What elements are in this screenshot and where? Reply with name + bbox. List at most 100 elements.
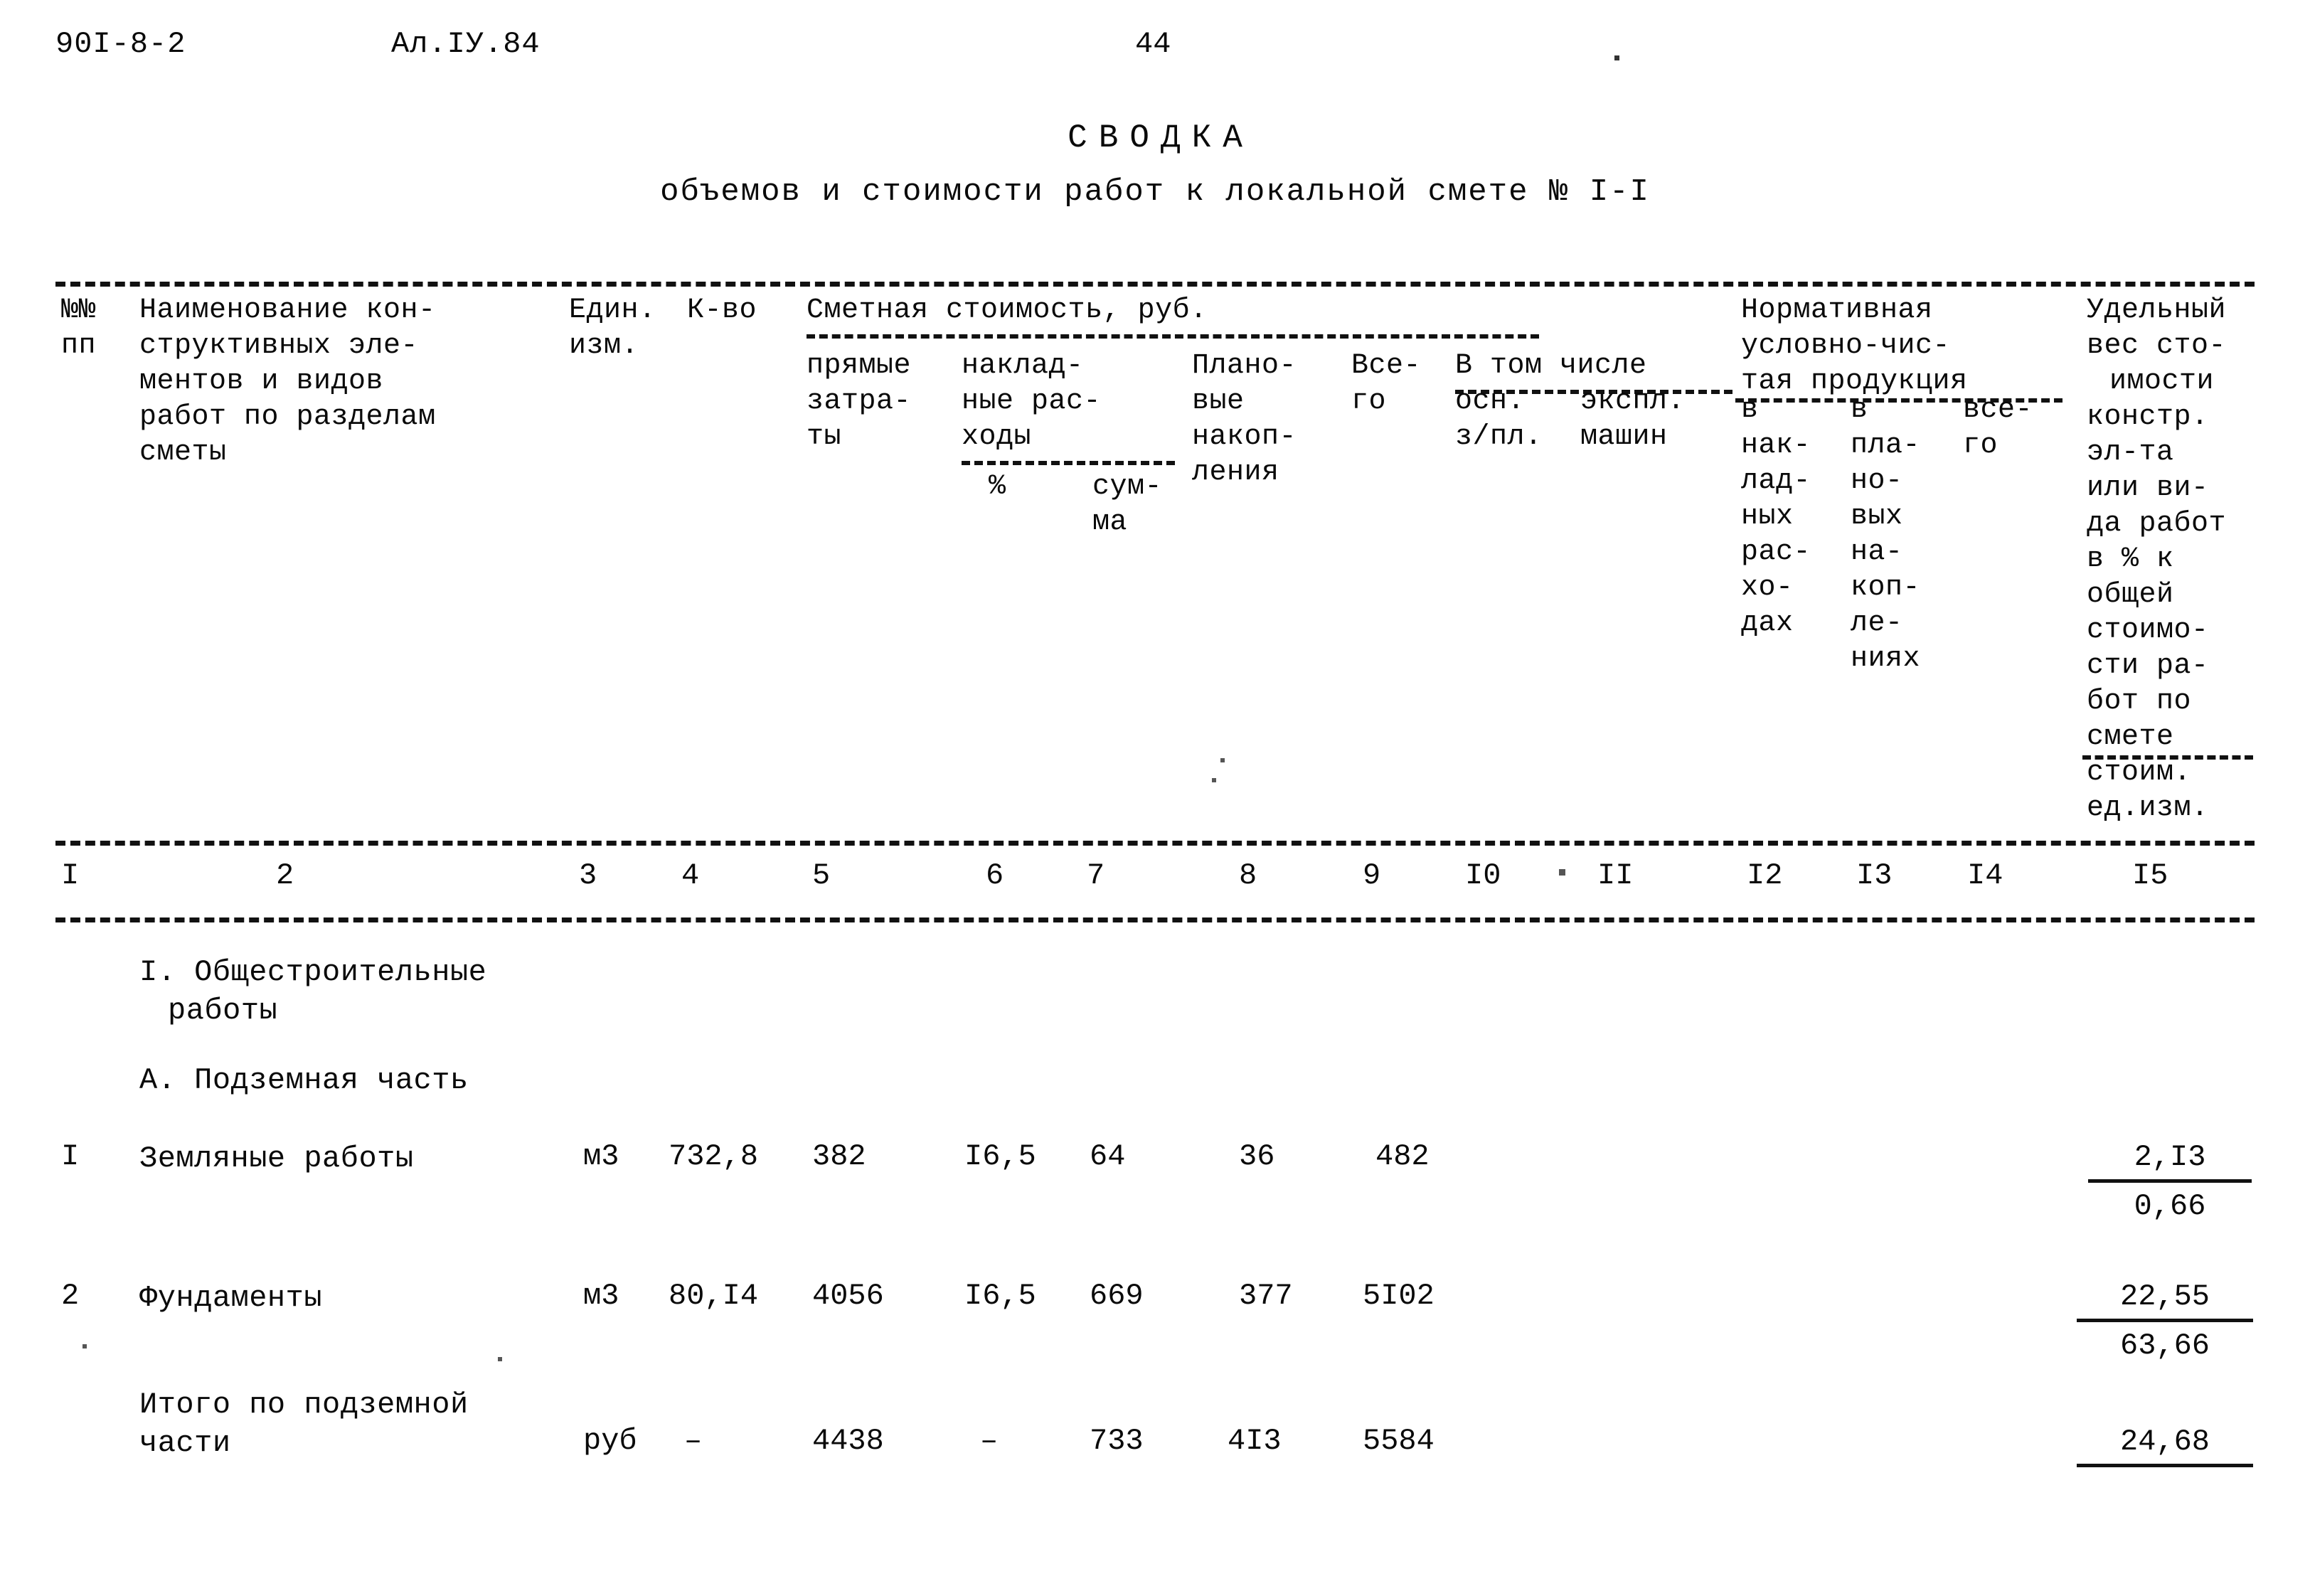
header-cost-group: Сметная стоимость, руб. — [807, 294, 1208, 326]
row-2-no: 2 — [61, 1279, 80, 1313]
overhead-underline — [962, 461, 1175, 465]
row-3-qty: – — [684, 1424, 703, 1458]
scan-artifact-period — [1559, 869, 1565, 876]
header-direct-line3: ты — [807, 421, 842, 453]
header-ncp-prof-line4: вых — [1851, 501, 1903, 533]
header-ncp-ovh-line5: рас- — [1741, 536, 1811, 568]
header-share-line4: констр. — [2087, 401, 2209, 433]
album-code: Ал.IУ.84 — [391, 27, 541, 61]
header-incl-group: В том числе — [1455, 350, 1647, 382]
header-share-line3: имости — [2109, 366, 2215, 398]
row-1-overhead-sum: 64 — [1090, 1139, 1126, 1174]
header-direct-line1: прямые — [807, 350, 912, 382]
header-ncp-group-line1: Нормативная — [1741, 294, 1933, 326]
row-3-share: 24,68 — [2077, 1421, 2253, 1470]
row-2-overhead-sum: 669 — [1090, 1279, 1144, 1313]
row-2-overhead-pct: I6,5 — [964, 1279, 1036, 1313]
row-2-name: Фундаменты — [139, 1281, 323, 1315]
column-number-5: 5 — [812, 858, 831, 893]
row-2-share: 22,55 63,66 — [2077, 1276, 2253, 1366]
header-ncp-ovh-line2: нак- — [1741, 430, 1811, 462]
row-1-share-top: 2,I3 — [2088, 1137, 2252, 1183]
header-unit-line1: Един. — [569, 294, 656, 326]
header-share-line14: стоим. — [2087, 757, 2192, 789]
header-total-line2: го — [1351, 385, 1387, 417]
header-ncp-ovh-line7: дах — [1741, 607, 1794, 639]
row-3-profit: 4I3 — [1228, 1424, 1282, 1458]
table-top-rule — [55, 282, 2255, 287]
header-share-line12: бот по — [2087, 686, 2192, 718]
row-3-total: 5584 — [1363, 1424, 1435, 1458]
header-incl-mach-line2: машин — [1580, 421, 1668, 453]
scan-artifact-speck-left — [82, 1344, 87, 1348]
header-name-line2: структивных эле- — [139, 330, 419, 362]
row-2-total: 5I02 — [1363, 1279, 1435, 1313]
column-number-9: 9 — [1363, 858, 1381, 893]
scan-artifact-speck-mid — [498, 1357, 502, 1361]
scan-artifact-dot — [1614, 55, 1619, 60]
header-profit-line4: ления — [1192, 457, 1279, 489]
header-ncp-ovh-line6: хо- — [1741, 572, 1794, 604]
series-code: 90I-8-2 — [55, 27, 186, 61]
document-header-line: 90I-8-2 Ал.IУ.84 44 — [0, 27, 2310, 77]
header-no-pp-line2: пп — [61, 330, 97, 362]
header-share-line10: стоимо- — [2087, 615, 2209, 647]
header-name-line1: Наименование кон- — [139, 294, 436, 326]
header-name-line4: работ по разделам — [139, 401, 436, 433]
row-1-total: 482 — [1375, 1139, 1430, 1174]
row-1-direct: 382 — [812, 1139, 866, 1174]
header-incl-mach-line1: экспл. — [1580, 385, 1686, 417]
header-ncp-prof-line5: на- — [1851, 536, 1903, 568]
row-3-overhead-pct: – — [980, 1424, 999, 1458]
row-1-share: 2,I3 0,66 — [2088, 1137, 2252, 1227]
header-profit-line1: Плано- — [1192, 350, 1297, 382]
row-3-share-top: 24,68 — [2077, 1421, 2253, 1467]
row-3-unit: руб — [583, 1424, 637, 1458]
header-ncp-prof-line8: ниях — [1851, 643, 1921, 675]
header-share-line2: вес сто- — [2087, 330, 2227, 362]
header-unit-line2: изм. — [569, 330, 639, 362]
row-1-overhead-pct: I6,5 — [964, 1139, 1036, 1174]
column-number-3: 3 — [579, 858, 597, 893]
page-subtitle: объемов и стоимости работ к локальной см… — [660, 174, 1650, 210]
header-no-pp-line1: №№ — [61, 294, 97, 326]
header-share-line1: Удельный — [2087, 294, 2227, 326]
header-share-line6: или ви- — [2087, 472, 2209, 504]
header-share-line13: смете — [2087, 721, 2174, 753]
header-share-line5: эл-та — [2087, 437, 2174, 469]
header-ncp-ovh-line4: ных — [1741, 501, 1794, 533]
header-overhead-line3: ходы — [962, 421, 1032, 453]
row-3-name-line2: части — [139, 1426, 231, 1460]
column-number-15: I5 — [2132, 858, 2168, 893]
table-body-rule — [55, 917, 2255, 922]
column-number-2: 2 — [276, 858, 294, 893]
header-overhead-pct: % — [989, 471, 1006, 503]
section-heading-2: А. Подземная часть — [139, 1063, 469, 1097]
row-2-profit: 377 — [1239, 1279, 1293, 1313]
section-heading-1-line1: I. Общестроительные — [139, 955, 487, 989]
header-name-line5: сметы — [139, 437, 227, 469]
header-overhead-sum-line2: ма — [1092, 506, 1128, 538]
column-numbers-rule — [55, 841, 2255, 846]
row-1-share-bottom: 0,66 — [2134, 1189, 2206, 1223]
row-1-profit: 36 — [1239, 1139, 1275, 1174]
header-ncp-ovh-line1: в — [1741, 394, 1759, 426]
column-number-8: 8 — [1239, 858, 1257, 893]
header-name-line3: ментов и видов — [139, 366, 384, 398]
header-share-line15: ед.изм. — [2087, 792, 2209, 824]
column-number-4: 4 — [681, 858, 700, 893]
header-ncp-group-line2: условно-чис- — [1741, 330, 1951, 362]
column-number-13: I3 — [1856, 858, 1893, 893]
header-share-line7: да работ — [2087, 508, 2227, 540]
header-incl-wages-line2: з/пл. — [1455, 421, 1543, 453]
header-overhead-line2: ные рас- — [962, 385, 1102, 417]
header-total-line1: Все- — [1351, 350, 1422, 382]
row-3-direct: 4438 — [812, 1424, 884, 1458]
row-3-overhead-sum: 733 — [1090, 1424, 1144, 1458]
header-direct-line2: затра- — [807, 385, 912, 417]
header-ncp-tot-line2: го — [1963, 430, 1998, 462]
page-title: СВОДКА — [1068, 119, 1254, 156]
scan-artifact-speck — [1212, 778, 1216, 782]
header-ncp-tot-line1: все- — [1963, 394, 2033, 426]
row-1-unit: м3 — [583, 1139, 619, 1174]
